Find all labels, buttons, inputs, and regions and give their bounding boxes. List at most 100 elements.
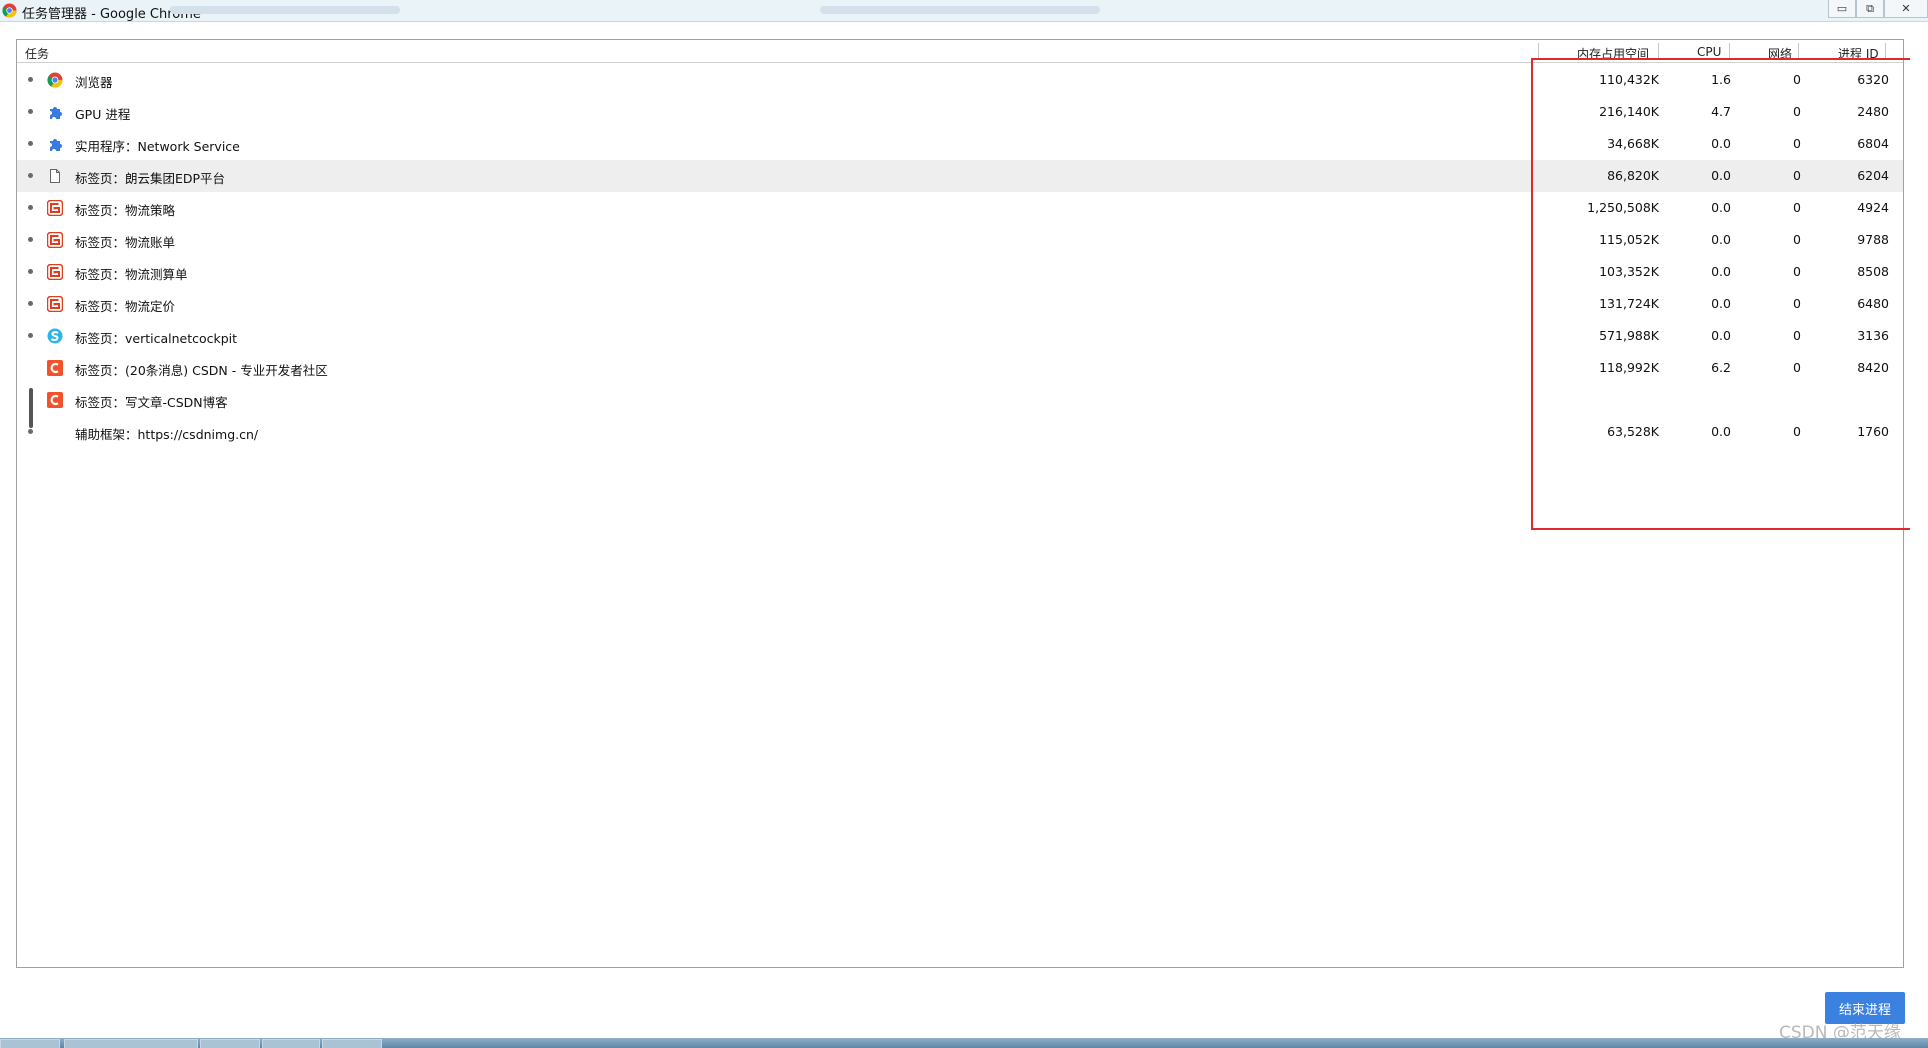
puzzle-piece-icon xyxy=(50,107,62,119)
puzzle-piece-icon xyxy=(50,139,62,151)
cpu-value: 0.0 xyxy=(1711,424,1731,439)
window-controls: ▭ ⧉ ✕ xyxy=(1828,0,1928,20)
network-value: 0 xyxy=(1793,168,1801,183)
minimize-button[interactable]: ▭ xyxy=(1828,0,1856,18)
table-row[interactable]: 标签页：朗云集团EDP平台 86,820K 0.0 0 6204 xyxy=(17,160,1903,192)
column-header-network[interactable]: 网络 xyxy=(1768,45,1792,62)
pid-value: 9788 xyxy=(1857,232,1889,247)
memory-value: 110,432K xyxy=(1599,72,1659,87)
taskbar-button[interactable] xyxy=(200,1039,260,1048)
red-spiral-logo-icon xyxy=(47,296,63,312)
memory-value: 103,352K xyxy=(1599,264,1659,279)
network-value: 0 xyxy=(1793,232,1801,247)
memory-value: 34,668K xyxy=(1607,136,1659,151)
table-row[interactable]: 标签页：写文章-CSDN博客 xyxy=(17,384,1903,416)
close-icon: ✕ xyxy=(1901,2,1911,15)
table-header: 任务 内存占用空间 CPU 网络 进程 ID xyxy=(17,40,1903,63)
memory-value: 131,724K xyxy=(1599,296,1659,311)
taskbar-button[interactable] xyxy=(322,1039,382,1048)
red-spiral-logo-icon xyxy=(47,232,63,248)
row-bullet xyxy=(28,109,33,114)
scrollbar[interactable] xyxy=(1910,22,1928,1038)
red-spiral-logo-icon xyxy=(47,200,63,216)
pid-value: 8420 xyxy=(1857,360,1889,375)
table-row[interactable]: 实用程序：Network Service 34,668K 0.0 0 6804 xyxy=(17,128,1903,160)
table-row[interactable]: 浏览器 110,432K 1.6 0 6320 xyxy=(17,64,1903,96)
column-separator[interactable] xyxy=(1885,43,1886,59)
restore-button[interactable]: ⧉ xyxy=(1856,0,1884,18)
task-name: GPU 进程 xyxy=(75,107,131,122)
taskbar-button[interactable] xyxy=(262,1039,320,1048)
row-bullet xyxy=(28,77,33,82)
red-spiral-logo-icon xyxy=(47,264,63,280)
cyan-s-logo-icon xyxy=(47,328,63,344)
table-row[interactable]: 标签页：(20条消息) CSDN - 专业开发者社区 118,992K 6.2 … xyxy=(17,352,1903,384)
row-bullet xyxy=(28,205,33,210)
network-value: 0 xyxy=(1793,360,1801,375)
task-name: 标签页：(20条消息) CSDN - 专业开发者社区 xyxy=(75,363,328,378)
network-value: 0 xyxy=(1793,328,1801,343)
table-row[interactable]: 辅助框架：https://csdnimg.cn/ 63,528K 0.0 0 1… xyxy=(17,416,1903,448)
column-separator[interactable] xyxy=(1538,43,1539,59)
pid-value: 6480 xyxy=(1857,296,1889,311)
memory-value: 118,992K xyxy=(1599,360,1659,375)
memory-value: 1,250,508K xyxy=(1587,200,1659,215)
table-row[interactable]: 标签页：物流账单 115,052K 0.0 0 9788 xyxy=(17,224,1903,256)
network-value: 0 xyxy=(1793,72,1801,87)
blurred-title-area xyxy=(170,6,400,14)
taskbar-button[interactable] xyxy=(64,1039,198,1048)
table-row[interactable]: 标签页：verticalnetcockpit 571,988K 0.0 0 31… xyxy=(17,320,1903,352)
task-name: 标签页：写文章-CSDN博客 xyxy=(75,395,228,410)
row-bullet xyxy=(28,429,33,434)
table-row[interactable]: 标签页：物流策略 1,250,508K 0.0 0 4924 xyxy=(17,192,1903,224)
cpu-value: 0.0 xyxy=(1711,200,1731,215)
column-separator[interactable] xyxy=(1798,43,1799,59)
column-separator[interactable] xyxy=(1729,43,1730,59)
memory-value: 63,528K xyxy=(1607,424,1659,439)
memory-value: 216,140K xyxy=(1599,104,1659,119)
row-bullet xyxy=(28,237,33,242)
cpu-value: 0.0 xyxy=(1711,136,1731,151)
network-value: 0 xyxy=(1793,104,1801,119)
cpu-value: 0.0 xyxy=(1711,264,1731,279)
column-separator[interactable] xyxy=(1658,43,1659,59)
csdn-c-logo-icon xyxy=(47,360,63,376)
network-value: 0 xyxy=(1793,136,1801,151)
network-value: 0 xyxy=(1793,200,1801,215)
task-name: 标签页：物流账单 xyxy=(75,235,176,250)
taskbar-button[interactable] xyxy=(0,1039,60,1048)
taskbar xyxy=(0,1038,1928,1048)
task-name: 标签页：朗云集团EDP平台 xyxy=(75,171,226,186)
column-header-pid[interactable]: 进程 ID xyxy=(1838,45,1879,62)
column-header-cpu[interactable]: CPU xyxy=(1697,45,1721,59)
task-table: 任务 内存占用空间 CPU 网络 进程 ID 浏览器 110,432K 1.6 … xyxy=(16,39,1921,968)
pid-value: 6204 xyxy=(1857,168,1889,183)
task-name: 标签页：物流策略 xyxy=(75,203,176,218)
pid-value: 1760 xyxy=(1857,424,1889,439)
pid-value: 6804 xyxy=(1857,136,1889,151)
pid-value: 4924 xyxy=(1857,200,1889,215)
cpu-value: 0.0 xyxy=(1711,232,1731,247)
blurred-title-area xyxy=(820,6,1100,14)
column-header-memory[interactable]: 内存占用空间 xyxy=(1577,45,1649,62)
task-name: 标签页：verticalnetcockpit xyxy=(75,331,238,346)
table-row[interactable]: 标签页：物流测算单 103,352K 0.0 0 8508 xyxy=(17,256,1903,288)
memory-value: 115,052K xyxy=(1599,232,1659,247)
cpu-value: 0.0 xyxy=(1711,328,1731,343)
close-button[interactable]: ✕ xyxy=(1884,0,1928,18)
cpu-value: 0.0 xyxy=(1711,296,1731,311)
cpu-value: 4.7 xyxy=(1711,104,1731,119)
network-value: 0 xyxy=(1793,296,1801,311)
csdn-c-logo-icon xyxy=(47,392,63,408)
pid-value: 8508 xyxy=(1857,264,1889,279)
cpu-value: 0.0 xyxy=(1711,168,1731,183)
pid-value: 3136 xyxy=(1857,328,1889,343)
memory-value: 86,820K xyxy=(1607,168,1659,183)
table-row[interactable]: 标签页：物流定价 131,724K 0.0 0 6480 xyxy=(17,288,1903,320)
table-row[interactable]: GPU 进程 216,140K 4.7 0 2480 xyxy=(17,96,1903,128)
network-value: 0 xyxy=(1793,424,1801,439)
restore-icon: ⧉ xyxy=(1866,1,1874,15)
column-header-task[interactable]: 任务 xyxy=(25,45,49,62)
chrome-icon xyxy=(2,3,17,18)
task-name: 浏览器 xyxy=(75,75,113,90)
